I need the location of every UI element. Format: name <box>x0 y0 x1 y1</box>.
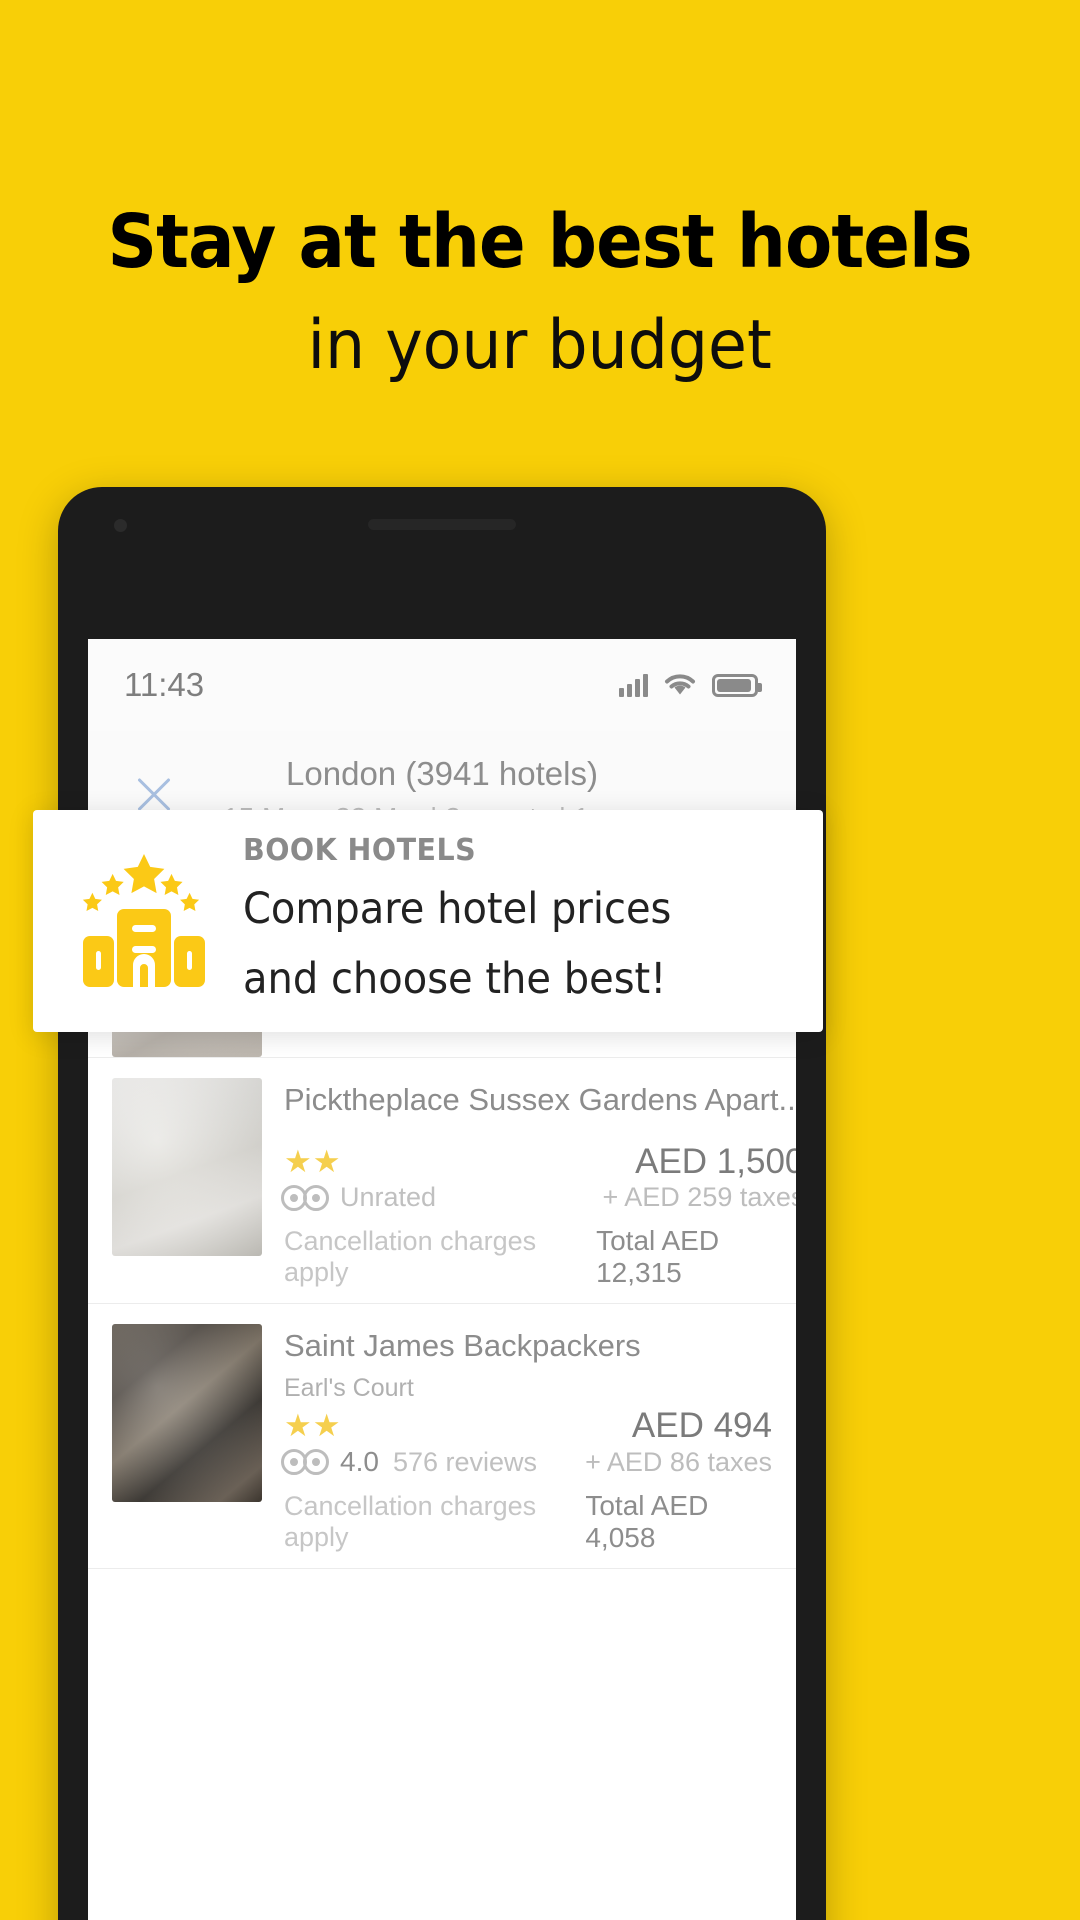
header-destination-title: London (3941 hotels) <box>286 754 598 792</box>
hotel-total: Total AED 12,315 <box>596 1225 720 1288</box>
hotel-stars-price-line: ★★ AED 494 <box>284 1406 772 1446</box>
table-row[interactable]: Picktheplace Sussex Gardens Apart... ★★ … <box>88 1058 796 1304</box>
hotel-star-rating: ★★ <box>284 1408 342 1443</box>
card-eyebrow: BOOK HOTELS <box>243 833 477 868</box>
hotel-name: Saint James Backpackers <box>284 1328 641 1363</box>
hotel-thumbnail[interactable] <box>112 1078 262 1256</box>
hotel-rating-taxes-line: Unrated + AED 259 taxes <box>281 1182 797 1213</box>
hotel-taxes: + AED 86 taxes <box>585 1446 772 1477</box>
hotel-cancellation-line: Cancellation charges apply Total AED 4,0… <box>284 1490 772 1554</box>
hotel-rating-taxes-line: 4.0 576 reviews + AED 86 taxes <box>281 1446 772 1478</box>
tripadvisor-owl-icon <box>281 1184 329 1211</box>
feature-callout-text: BOOK HOTELS Compare hotel prices and cho… <box>237 832 787 1010</box>
phone-mockup: 11:43 London (3941 hotels) 15 Mar - 22 M… <box>58 487 826 1920</box>
table-row[interactable]: Saint James Backpackers Earl's Court ★★ … <box>88 1304 796 1569</box>
hotel-total: Total AED 4,058 <box>585 1490 709 1553</box>
hero-banner: Stay at the best hotels in your budget <box>0 0 1080 470</box>
feature-callout-card: BOOK HOTELS Compare hotel prices and cho… <box>33 810 823 1032</box>
hotel-row-body: Saint James Backpackers Earl's Court ★★ … <box>262 1324 772 1568</box>
cellular-signal-icon <box>619 673 648 697</box>
tripadvisor-owl-icon <box>281 1449 329 1475</box>
hotel-thumbnail[interactable] <box>112 1324 262 1502</box>
hotel-cancellation-line: Cancellation charges apply Total AED 12,… <box>284 1225 796 1289</box>
tripadvisor-rating: 4.0 576 reviews <box>281 1446 538 1478</box>
hotel-rating-label: 576 reviews <box>392 1446 538 1477</box>
hotel-taxes: + AED 259 taxes <box>602 1182 797 1212</box>
hotel-price: AED 494 <box>631 1406 772 1445</box>
status-icons <box>619 672 762 698</box>
card-headline-line-2: and choose the best! <box>243 954 667 1004</box>
wifi-icon <box>665 674 695 695</box>
hotel-rating-label: Unrated <box>340 1182 437 1212</box>
status-time: 11:43 <box>124 666 205 703</box>
hero-headline-line-1: Stay at the best hotels <box>107 199 973 285</box>
hotel-star-rating: ★★ <box>284 1144 342 1179</box>
hotel-stars-price-line: ★★ AED 1,500 <box>284 1142 796 1182</box>
front-camera-icon <box>114 519 127 532</box>
hero-headline-line-2: in your budget <box>307 306 773 385</box>
battery-icon <box>712 673 762 697</box>
card-headline-line-1: Compare hotel prices <box>243 884 672 934</box>
hotel-building-stars-icon <box>69 846 219 996</box>
hotel-cancellation: Cancellation charges apply <box>284 1226 537 1287</box>
hotel-rating-value: 4.0 <box>340 1446 379 1477</box>
tripadvisor-rating: Unrated <box>281 1182 437 1213</box>
hotel-name: Picktheplace Sussex Gardens Apart... <box>284 1082 796 1117</box>
status-bar: 11:43 <box>88 639 796 731</box>
hotel-row-body: Picktheplace Sussex Gardens Apart... ★★ … <box>262 1078 796 1303</box>
earpiece-speaker <box>368 519 516 530</box>
hotel-area: Earl's Court <box>284 1374 414 1402</box>
hotel-cancellation: Cancellation charges apply <box>284 1491 537 1552</box>
hotel-price: AED 1,500 <box>635 1142 796 1181</box>
